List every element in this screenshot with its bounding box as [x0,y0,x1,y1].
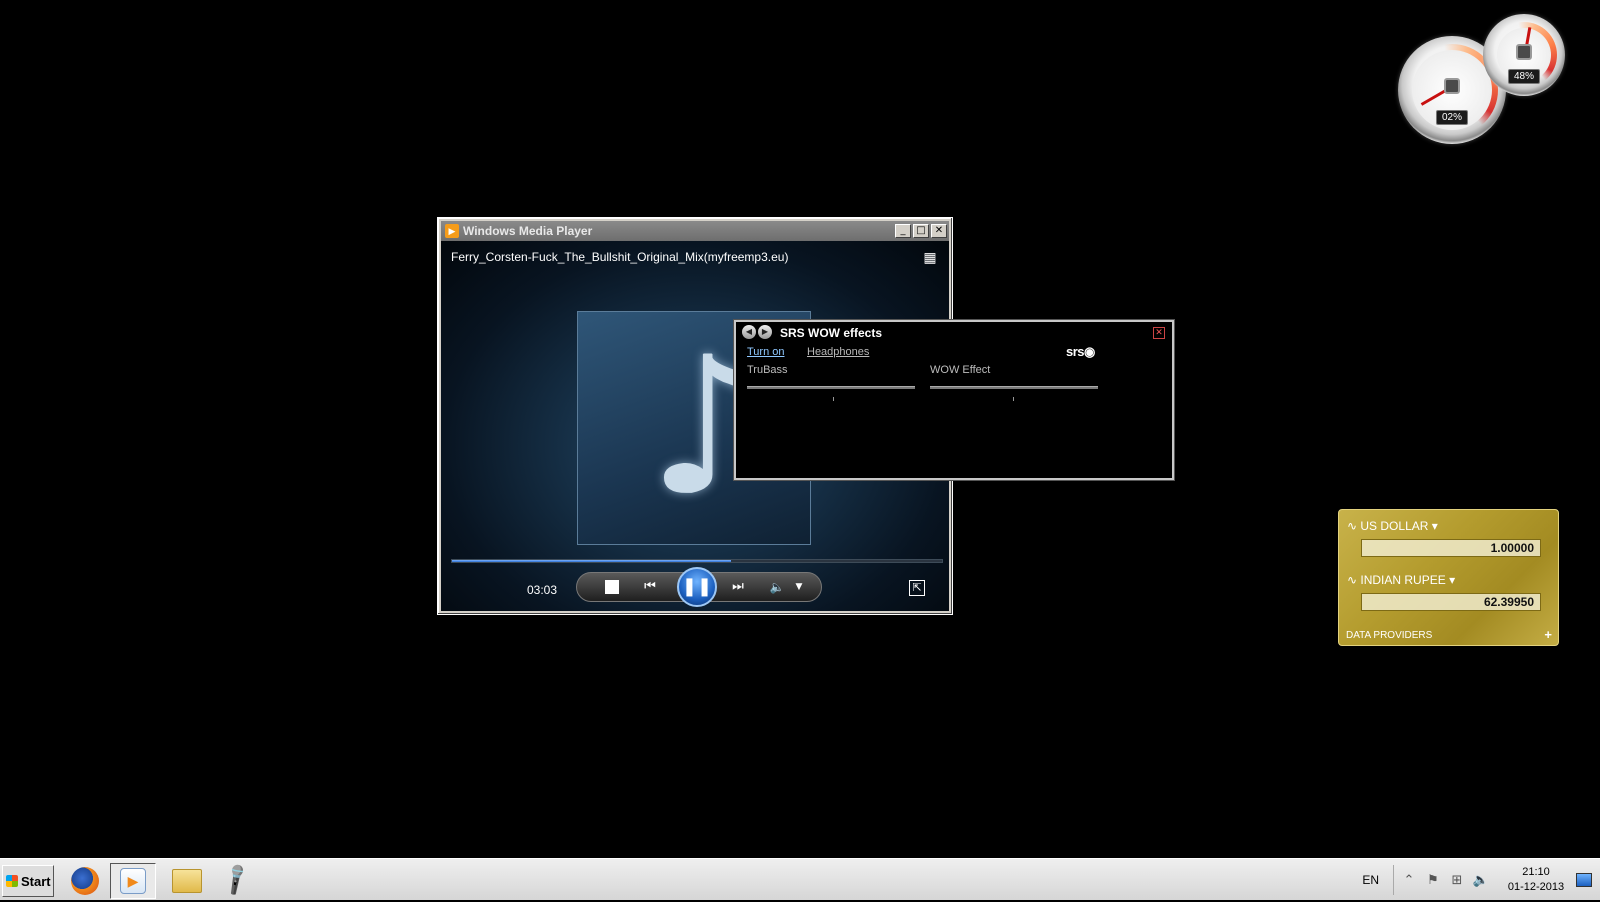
close-button[interactable]: ✕ [931,224,947,238]
wmp-window-title: Windows Media Player [463,224,593,238]
windows-media-player-icon: ▶ [120,868,146,894]
wow-effect-label: WOW Effect [930,364,991,376]
clock[interactable]: 21:10 01-12-2013 [1504,865,1568,895]
taskbar-firefox[interactable] [62,863,108,899]
windows-logo-icon [6,875,18,887]
volume-tray-icon[interactable]: 🔈 [1472,873,1490,888]
start-label: Start [21,873,51,889]
to-currency-selector[interactable]: ∿ INDIAN RUPEE ▾ [1347,573,1455,587]
from-currency-name: US DOLLAR [1360,519,1429,533]
srs-panel-title: SRS WOW effects [780,326,883,340]
next-button[interactable]: ⏭ [723,577,753,597]
fullscreen-icon[interactable]: ⇱ [909,580,925,596]
taskbar-windows-media-player[interactable]: ▶ [110,863,156,899]
back-arrow-icon[interactable]: ◀ [742,325,756,339]
wmp-titlebar[interactable]: ▶ Windows Media Player _ □ ✕ [441,221,949,241]
from-currency-selector[interactable]: ∿ US DOLLAR ▾ [1347,519,1438,533]
maximize-button[interactable]: □ [913,224,929,238]
volume-dropdown-icon[interactable]: ▼ [793,578,805,596]
elapsed-time: 03:03 [527,583,558,597]
previous-button[interactable]: ⏮ [635,577,665,597]
track-title: Ferry_Corsten-Fuck_The_Bullshit_Original… [451,250,789,264]
wow-effect-slider-tick [1013,397,1014,401]
wow-effect-slider[interactable] [930,386,1098,389]
firefox-icon [71,867,99,895]
start-button[interactable]: Start [2,865,54,897]
trend-icon: ∿ [1347,573,1361,587]
trubass-slider[interactable] [747,386,915,389]
clock-date: 01-12-2013 [1507,881,1565,893]
seek-bar-progress [452,560,732,562]
switch-to-library-icon[interactable]: ▦ [921,249,939,265]
show-desktop-button[interactable] [1576,873,1592,887]
stop-button[interactable] [605,580,619,594]
memory-icon [1516,43,1532,60]
add-currency-icon[interactable]: + [1544,627,1552,642]
trubass-label: TruBass [747,364,788,376]
srs-close-icon[interactable]: ✕ [1153,327,1165,339]
currency-gadget[interactable]: ∿ US DOLLAR ▾ 1.00000 ∿ INDIAN RUPEE ▾ 6… [1338,509,1559,646]
transport-controls: ⏮ ❚❚ ⏭ 🔈 ▼ [576,567,822,607]
system-tray: EN ⌃ ⚑ ⊞ 🔈 21:10 01-12-2013 [1362,859,1600,901]
network-icon[interactable]: ⊞ [1448,873,1466,888]
cpu-usage-readout: 02% [1435,110,1469,125]
trend-icon: ∿ [1347,519,1361,533]
headphones-link[interactable]: Headphones [807,346,869,358]
wmp-app-icon: ▶ [445,224,459,238]
minimize-button[interactable]: _ [895,224,911,238]
to-currency-name: INDIAN RUPEE [1360,573,1446,587]
chevron-down-icon: ▾ [1428,519,1438,533]
turn-on-link[interactable]: Turn on [747,346,785,358]
taskbar-sound-recorder[interactable]: 🎤 [214,862,260,899]
cpu-meter-gadget[interactable]: 02% 48% [1398,14,1568,144]
clock-time: 21:10 [1522,866,1550,878]
show-hidden-icons-icon[interactable]: ⌃ [1400,873,1418,888]
volume-icon[interactable]: 🔈 [769,578,785,596]
trubass-slider-tick [833,397,834,401]
folder-icon [172,869,202,893]
taskbar: Start ▶ 🎤 EN ⌃ ⚑ ⊞ 🔈 21:10 01-12-2013 [0,858,1600,900]
data-providers-link[interactable]: DATA PROVIDERS [1346,630,1432,641]
memory-dial: 48% [1483,14,1565,96]
cpu-icon [1444,77,1460,94]
pause-button[interactable]: ❚❚ [677,567,717,607]
srs-logo: srs◉ [1066,344,1095,359]
from-currency-value[interactable]: 1.00000 [1361,539,1541,557]
memory-usage-readout: 48% [1507,69,1541,84]
action-center-flag-icon[interactable]: ⚑ [1424,873,1442,888]
forward-arrow-icon[interactable]: ▶ [758,325,772,339]
language-indicator[interactable]: EN [1362,873,1379,887]
seek-bar[interactable] [451,559,943,563]
srs-nav: ◀ ▶ [742,325,772,339]
desktop: 02% 48% ▶ Windows Media Player _ □ ✕ Fer… [0,0,1600,858]
srs-wow-effects-panel[interactable]: ◀ ▶ SRS WOW effects ✕ Turn on Headphones… [734,320,1174,480]
taskbar-file-explorer[interactable] [164,863,210,899]
microphone-icon: 🎤 [218,862,256,899]
chevron-down-icon: ▾ [1445,573,1456,587]
to-currency-value[interactable]: 62.39950 [1361,593,1541,611]
